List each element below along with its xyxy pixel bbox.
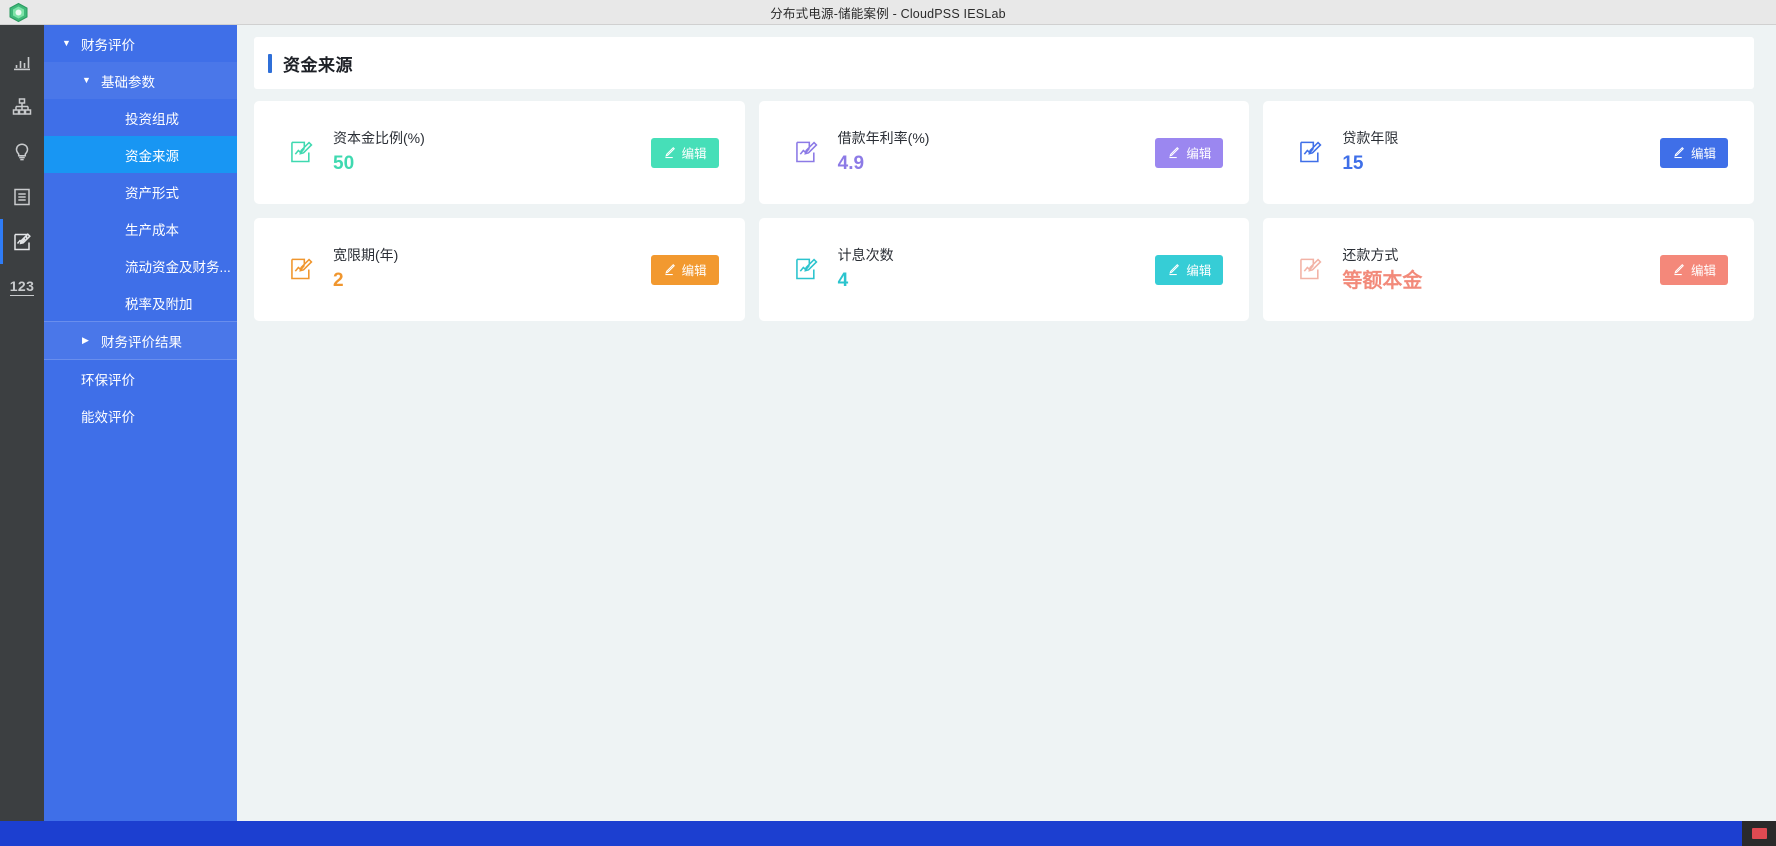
taskbar bbox=[0, 821, 1776, 846]
chevron-down-icon: ▼ bbox=[82, 75, 91, 85]
sidebar-item-label: 资金来源 bbox=[125, 148, 179, 164]
pencil-icon bbox=[663, 146, 676, 159]
sidebar-item-investment-composition[interactable]: 投资组成 bbox=[44, 99, 237, 136]
sidebar-item-label: 生产成本 bbox=[125, 222, 179, 238]
edit-chart-icon bbox=[288, 139, 315, 166]
sidebar-item-financial-evaluation[interactable]: ▼ 财务评价 bbox=[44, 25, 237, 62]
page-title: 资金来源 bbox=[283, 55, 353, 75]
card-label: 资本金比例(%) bbox=[333, 130, 425, 147]
icon-rail: 123 bbox=[0, 25, 44, 821]
sidebar-item-basic-parameters[interactable]: ▼ 基础参数 bbox=[44, 62, 237, 99]
card-value: 2 bbox=[333, 269, 344, 291]
sidebar-item-asset-form[interactable]: 资产形式 bbox=[44, 173, 237, 210]
edit-button[interactable]: 编辑 bbox=[1155, 254, 1224, 285]
numbers-123-icon[interactable]: 123 bbox=[0, 264, 44, 309]
card-value: 4 bbox=[837, 269, 849, 291]
sidebar-item-label: 投资组成 bbox=[125, 111, 179, 127]
edit-button[interactable]: 编辑 bbox=[650, 254, 719, 285]
card-value: 等额本金 bbox=[1342, 270, 1423, 293]
card-capital-ratio: 资本金比例(%) 50 编辑 bbox=[254, 101, 745, 204]
sidebar-item-label: 资产形式 bbox=[125, 185, 179, 201]
pencil-icon bbox=[1672, 146, 1685, 159]
card-label: 贷款年限 bbox=[1342, 130, 1399, 147]
card-loan-annual-rate: 借款年利率(%) 4.9 编辑 bbox=[758, 101, 1250, 204]
edit-chart-icon[interactable] bbox=[0, 219, 44, 264]
sidebar-item-production-cost[interactable]: 生产成本 bbox=[44, 210, 237, 247]
sidebar-item-energy-efficiency-evaluation[interactable]: 能效评价 bbox=[44, 397, 237, 434]
edit-chart-icon bbox=[793, 139, 820, 166]
document-list-icon[interactable] bbox=[0, 174, 44, 219]
chevron-right-icon: ▶ bbox=[82, 335, 89, 345]
edit-button[interactable]: 编辑 bbox=[650, 137, 719, 168]
pencil-icon bbox=[663, 263, 676, 276]
title-bar: 分布式电源-储能案例 - CloudPSS IESLab bbox=[0, 0, 1776, 25]
hierarchy-icon[interactable] bbox=[0, 84, 44, 129]
sidebar-item-tax-rate[interactable]: 税率及附加 bbox=[44, 284, 237, 321]
parameter-card-grid: 资本金比例(%) 50 编辑 借款年利率(%) 4.9 编辑 贷款年限 15 编… bbox=[254, 101, 1754, 321]
tray-chip-icon[interactable] bbox=[1751, 828, 1767, 839]
main-content: 资金来源 资本金比例(%) 50 编辑 借款年利率(%) 4.9 编辑 贷款年限… bbox=[237, 25, 1776, 821]
edit-button[interactable]: 编辑 bbox=[1659, 254, 1728, 285]
edit-button-label: 编辑 bbox=[1186, 147, 1212, 161]
sidebar-item-working-capital[interactable]: 流动资金及财务... bbox=[44, 247, 237, 284]
card-label: 还款方式 bbox=[1342, 246, 1399, 263]
edit-button-label: 编辑 bbox=[1186, 264, 1212, 278]
sidebar-item-label: 基础参数 bbox=[101, 74, 155, 90]
card-label: 借款年利率(%) bbox=[837, 130, 930, 147]
pencil-icon bbox=[1167, 263, 1180, 276]
card-grace-period: 宽限期(年) 2 编辑 bbox=[254, 218, 745, 321]
bar-chart-icon[interactable] bbox=[0, 39, 44, 84]
window-title: 分布式电源-储能案例 - CloudPSS IESLab bbox=[770, 6, 1006, 21]
card-value: 50 bbox=[333, 152, 355, 174]
title-accent-bar bbox=[268, 53, 272, 73]
card-value: 15 bbox=[1342, 152, 1364, 174]
edit-chart-icon bbox=[1297, 139, 1324, 166]
sidebar-item-label: 税率及附加 bbox=[125, 296, 193, 312]
card-interest-count: 计息次数 4 编辑 bbox=[758, 218, 1250, 321]
card-label: 计息次数 bbox=[837, 247, 894, 264]
cloudpss-cube-logo-icon bbox=[8, 2, 29, 23]
application-window: 分布式电源-储能案例 - CloudPSS IESLab 123 ▼ 财务评价 … bbox=[0, 0, 1776, 846]
sidebar-item-label: 能效评价 bbox=[81, 409, 135, 425]
page-header: 资金来源 bbox=[254, 37, 1754, 89]
sidebar-item-label: 财务评价 bbox=[81, 37, 135, 53]
pencil-icon bbox=[1167, 146, 1180, 159]
sidebar-item-funding-source[interactable]: 资金来源 bbox=[44, 136, 237, 173]
card-loan-term: 贷款年限 15 编辑 bbox=[1263, 101, 1754, 204]
edit-button[interactable]: 编辑 bbox=[1659, 137, 1728, 168]
lightbulb-icon[interactable] bbox=[0, 129, 44, 174]
edit-chart-icon bbox=[1297, 256, 1324, 283]
card-value: 4.9 bbox=[837, 152, 865, 174]
sidebar-item-label: 环保评价 bbox=[81, 372, 135, 388]
sidebar-item-label: 财务评价结果 bbox=[101, 334, 182, 350]
sidebar-item-environmental-evaluation[interactable]: 环保评价 bbox=[44, 360, 237, 397]
pencil-icon bbox=[1672, 263, 1685, 276]
edit-chart-icon bbox=[793, 256, 820, 283]
edit-button-label: 编辑 bbox=[1690, 264, 1716, 278]
sidebar-item-financial-results[interactable]: ▶ 财务评价结果 bbox=[44, 322, 237, 359]
sidebar-menu: ▼ 财务评价 ▼ 基础参数 投资组成 资金来源 资产形式 生产成本 流动资金及财… bbox=[44, 25, 237, 821]
sidebar-item-label: 流动资金及财务... bbox=[125, 259, 231, 275]
chevron-down-icon: ▼ bbox=[62, 38, 71, 48]
card-repayment-method: 还款方式 等额本金 编辑 bbox=[1263, 218, 1754, 321]
edit-button-label: 编辑 bbox=[681, 264, 707, 278]
edit-button-label: 编辑 bbox=[1690, 147, 1716, 161]
system-tray[interactable] bbox=[1742, 821, 1776, 846]
edit-button[interactable]: 编辑 bbox=[1155, 137, 1224, 168]
edit-button-label: 编辑 bbox=[681, 147, 707, 161]
edit-chart-icon bbox=[288, 256, 315, 283]
card-label: 宽限期(年) bbox=[333, 247, 399, 264]
